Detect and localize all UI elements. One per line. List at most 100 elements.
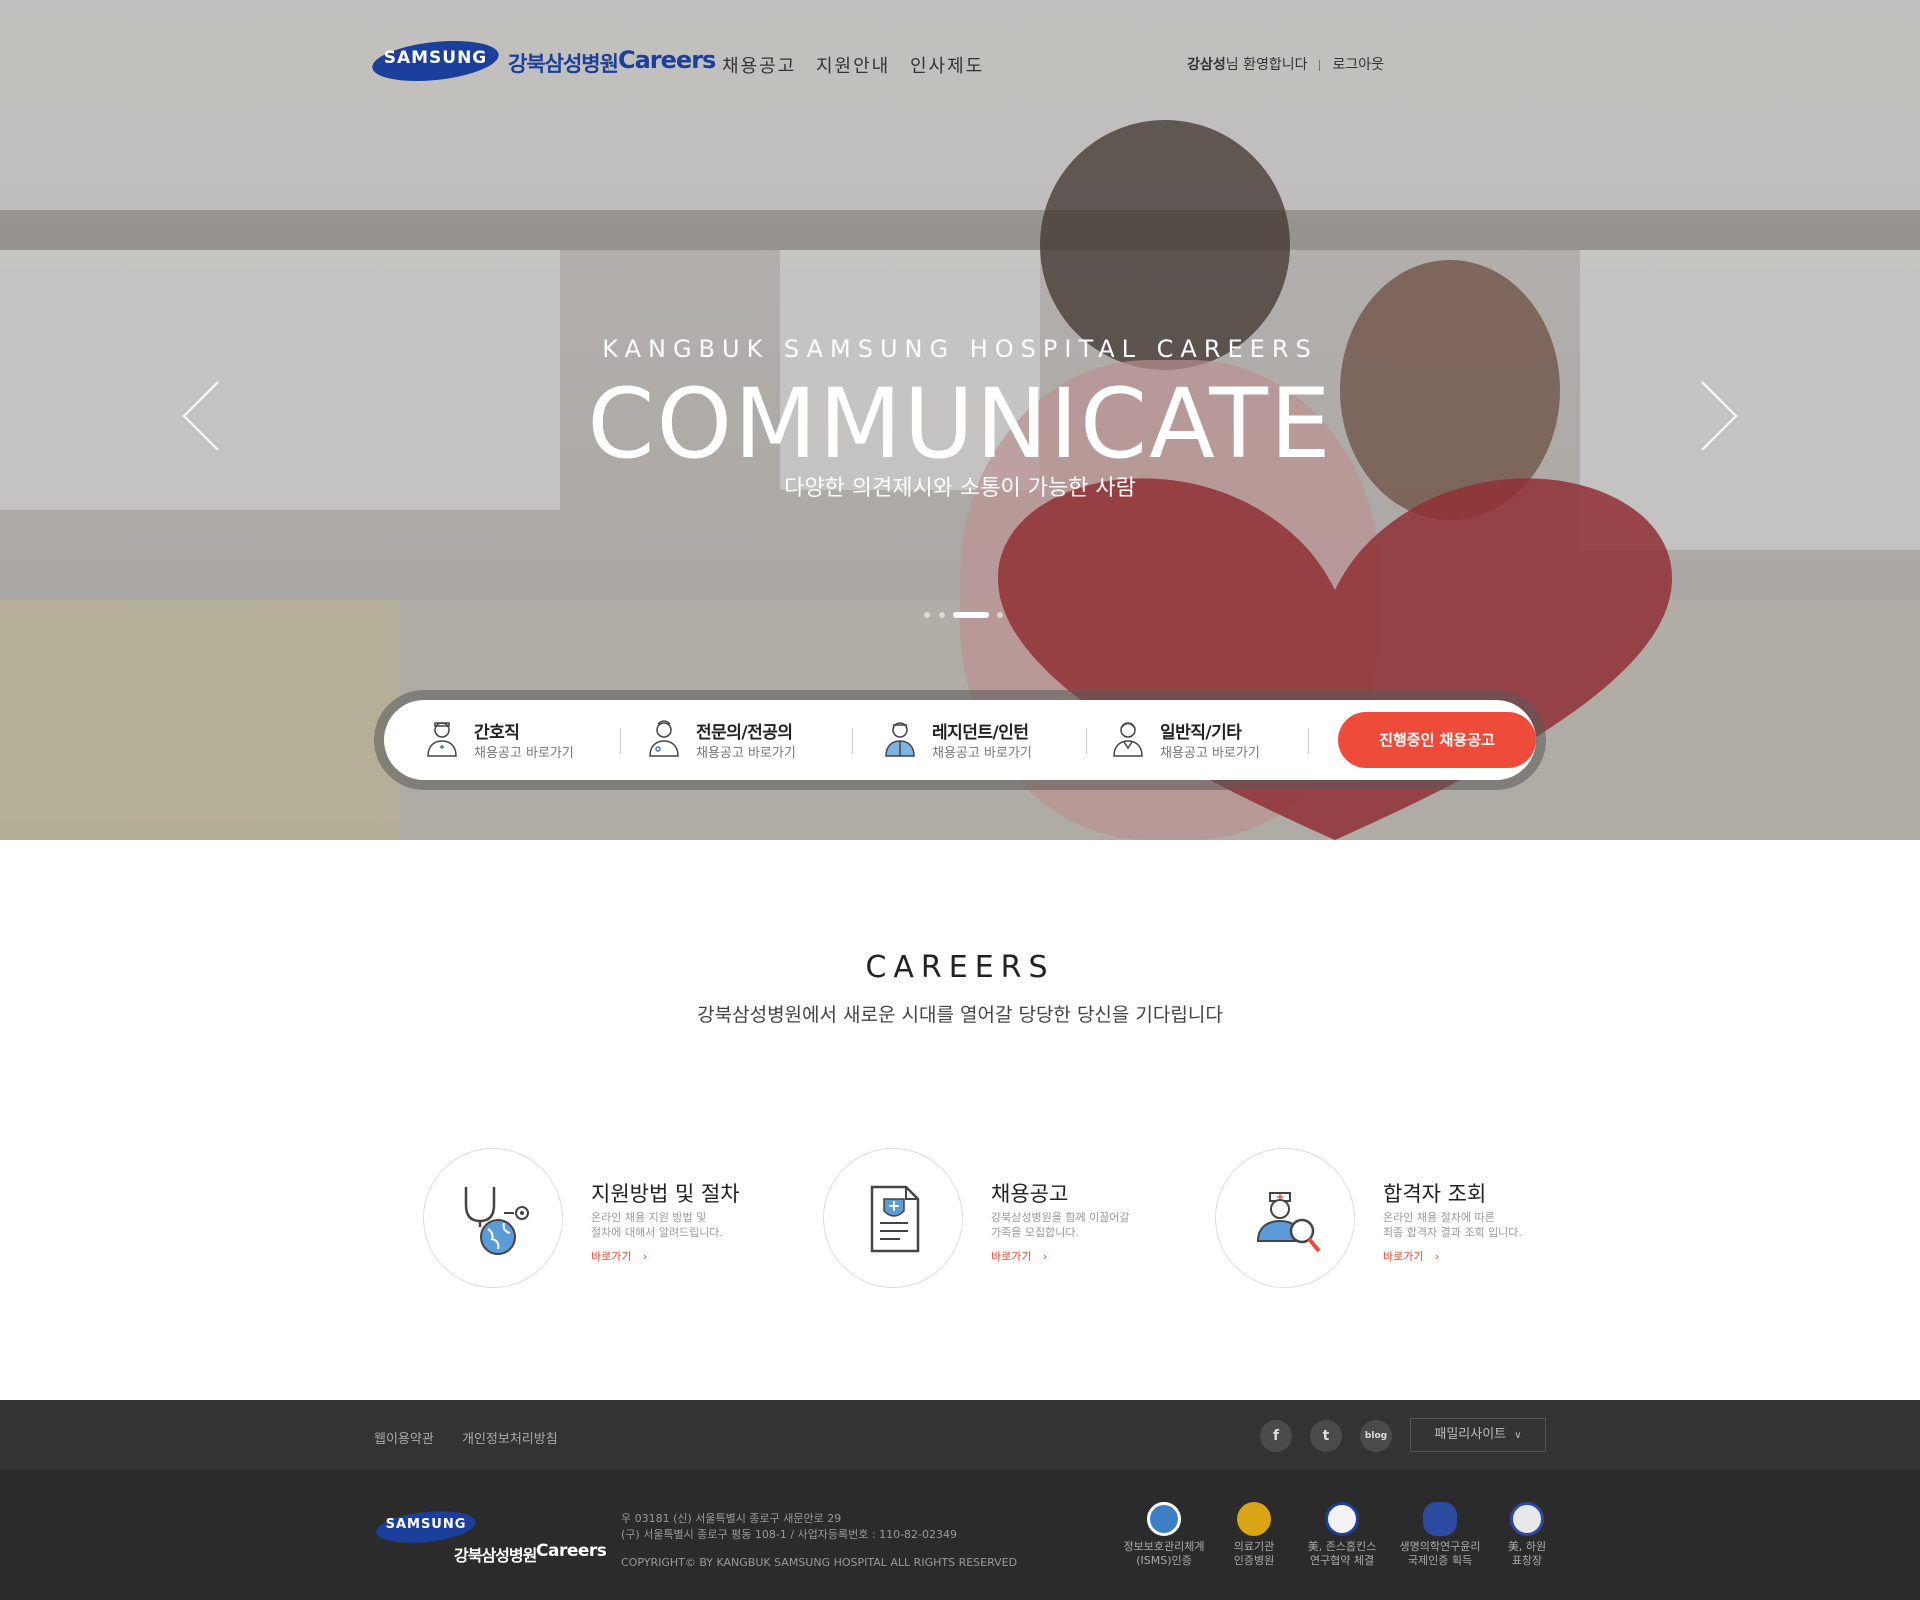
- footer-logo-text: SAMSUNG: [385, 1517, 467, 1532]
- quick-link-title: 레지던트/인턴: [932, 723, 1029, 743]
- quick-link-specialist[interactable]: 전문의/전공의 채용공고 바로가기: [646, 712, 836, 768]
- card-title: 합격자 조회: [1383, 1182, 1487, 1206]
- next-slide-arrow[interactable]: [1700, 380, 1760, 451]
- quick-divider: [1086, 728, 1087, 754]
- site-header: SAMSUNG 강북삼성병원 Careers 채용공고 지원안내 인사제도 강삼…: [0, 0, 1920, 130]
- staff-icon: [1113, 722, 1143, 757]
- card-desc-line: 절차에 대해서 알려드립니다.: [591, 1226, 723, 1239]
- quick-link-general[interactable]: 일반직/기타 채용공고 바로가기: [1110, 712, 1300, 768]
- card-desc-line: 온라인 채용 절차에 따른: [1383, 1211, 1495, 1224]
- quick-link-sub: 채용공고 바로가기: [932, 746, 1032, 761]
- cert-line: 인증병원: [1233, 1554, 1275, 1567]
- hero-banner: SAMSUNG 강북삼성병원 Careers 채용공고 지원안내 인사제도 강삼…: [0, 0, 1920, 840]
- cert-line: (ISMS)인증: [1136, 1554, 1192, 1567]
- bioethics-badge-icon: [1423, 1502, 1457, 1536]
- privacy-link[interactable]: 개인정보처리방침: [462, 1428, 558, 1447]
- user-welcome: 강삼성님 환영합니다 로그아웃: [1187, 54, 1384, 74]
- quick-divider: [852, 728, 853, 754]
- footer-info: SAMSUNG 강북삼성병원 Careers 우 03181 (신) 서울특별시…: [0, 1470, 1920, 1600]
- welcome-divider: [1319, 59, 1321, 71]
- card-desc-line: 가족을 모집합니다.: [991, 1226, 1079, 1239]
- slide-dot-3[interactable]: [953, 612, 989, 618]
- card-result-check[interactable]: 합격자 조회 온라인 채용 절차에 따른 최종 합격자 결과 조회 입니다. 바…: [1215, 1148, 1575, 1290]
- chevron-down-icon: ∨: [1514, 1430, 1522, 1441]
- stethoscope-globe-icon: [464, 1187, 529, 1255]
- prev-slide-arrow[interactable]: [180, 380, 240, 451]
- address-line-1: 우 03181 (신) 서울특별시 종로구 새문안로 29: [621, 1512, 842, 1525]
- nav-item-hr-system[interactable]: 인사제도: [910, 52, 984, 78]
- cert-label: 정보보호관리체계 (ISMS)인증: [1119, 1540, 1209, 1568]
- quick-links-bar: 간호직 채용공고 바로가기 전문의/전공의 채용공고 바로가기 레지던트/인턴: [374, 690, 1546, 790]
- cert-line: 의료기관: [1233, 1540, 1275, 1553]
- cert-house-award: 美, 하원 표창장: [1482, 1502, 1572, 1568]
- quick-link-resident[interactable]: 레지던트/인턴 채용공고 바로가기: [882, 712, 1072, 768]
- card-desc-line: 강북삼성병원을 함께 이끌어갈: [991, 1211, 1130, 1224]
- cert-line: 美, 존스홉킨스: [1307, 1540, 1377, 1553]
- slide-dot-1[interactable]: [924, 612, 930, 618]
- open-jobs-button[interactable]: 진행중인 채용공고: [1338, 712, 1536, 768]
- user-name: 강삼성: [1187, 57, 1226, 73]
- terms-link[interactable]: 웹이용약관: [374, 1428, 434, 1447]
- doctor-icon: [649, 720, 679, 757]
- hero-description: 다양한 의견제시와 소통이 가능한 사람: [784, 476, 1136, 501]
- card-apply-process[interactable]: 지원방법 및 절차 온라인 채용 지원 방법 및 절차에 대해서 알려드립니다.…: [423, 1148, 783, 1290]
- cert-isms: 정보보호관리체계 (ISMS)인증: [1119, 1502, 1209, 1568]
- nav-item-guide[interactable]: 지원안내: [816, 52, 890, 78]
- quick-link-nursing[interactable]: 간호직 채용공고 바로가기: [424, 712, 604, 768]
- card-link[interactable]: 바로가기 ›: [991, 1248, 1047, 1264]
- cert-label: 생명의학연구윤리 국제인증 획득: [1395, 1540, 1485, 1568]
- footer-brand-kr: 강북삼성병원: [454, 1546, 537, 1565]
- card-icon-circle: [1215, 1148, 1355, 1288]
- johns-hopkins-badge-icon: [1325, 1502, 1359, 1536]
- card-link-label: 바로가기: [1383, 1250, 1424, 1263]
- card-description: 온라인 채용 절차에 따른 최종 합격자 결과 조회 입니다.: [1383, 1210, 1583, 1240]
- card-title: 지원방법 및 절차: [591, 1182, 740, 1206]
- card-link[interactable]: 바로가기 ›: [591, 1248, 647, 1264]
- blog-icon[interactable]: blog: [1360, 1420, 1392, 1452]
- footer-brand-en: Careers: [536, 1541, 607, 1561]
- card-icon-circle: [823, 1148, 963, 1288]
- welcome-text: 님 환영합니다: [1225, 57, 1308, 73]
- nav-item-jobs[interactable]: 채용공고: [722, 52, 796, 78]
- copyright: COPYRIGHT© BY KANGBUK SAMSUNG HOSPITAL A…: [621, 1556, 1018, 1569]
- card-description: 강북삼성병원을 함께 이끌어갈 가족을 모집합니다.: [991, 1210, 1191, 1240]
- brand-divider: [608, 56, 609, 70]
- cert-label: 美, 존스홉킨스 연구협약 체결: [1297, 1540, 1387, 1568]
- medical-document-icon: [870, 1185, 920, 1253]
- chevron-right-icon: ›: [1042, 1250, 1048, 1263]
- quick-link-title: 일반직/기타: [1160, 723, 1242, 743]
- cert-line: 국제인증 획득: [1407, 1554, 1473, 1567]
- nurse-icon: [427, 722, 457, 757]
- cert-line: 표창장: [1511, 1554, 1543, 1567]
- cert-label: 의료기관 인증병원: [1209, 1540, 1299, 1568]
- card-desc-line: 최종 합격자 결과 조회 입니다.: [1383, 1226, 1522, 1239]
- careers-title: CAREERS: [865, 950, 1055, 985]
- samsung-logo-text: SAMSUNG: [383, 48, 488, 68]
- chevron-right-icon: ›: [1434, 1250, 1440, 1263]
- footer-links-bar: 웹이용약관 개인정보처리방침 f t blog 패밀리사이트 ∨: [0, 1400, 1920, 1470]
- doctor-search-icon: [1256, 1192, 1321, 1253]
- chevron-right-icon: ›: [642, 1250, 648, 1263]
- cert-line: 美, 하원: [1507, 1540, 1547, 1553]
- cert-bioethics: 생명의학연구윤리 국제인증 획득: [1395, 1502, 1485, 1568]
- logout-link[interactable]: 로그아웃: [1332, 57, 1384, 73]
- card-job-posting[interactable]: 채용공고 강북삼성병원을 함께 이끌어갈 가족을 모집합니다. 바로가기 ›: [823, 1148, 1183, 1290]
- slide-dot-2[interactable]: [939, 612, 945, 618]
- facebook-icon[interactable]: f: [1260, 1420, 1292, 1452]
- address-line-2: (구) 서울특별시 종로구 평동 108-1 / 사업자등록번호 : 110-8…: [621, 1528, 958, 1541]
- slide-dot-4[interactable]: [997, 612, 1003, 618]
- chevron-left-icon: [182, 381, 219, 451]
- quick-divider: [620, 728, 621, 754]
- brand-name-en[interactable]: Careers: [618, 46, 716, 74]
- twitter-icon[interactable]: t: [1310, 1420, 1342, 1452]
- house-seal-badge-icon: [1510, 1502, 1544, 1536]
- card-title: 채용공고: [991, 1182, 1069, 1206]
- cert-johns-hopkins: 美, 존스홉킨스 연구협약 체결: [1297, 1502, 1387, 1568]
- family-site-select[interactable]: 패밀리사이트 ∨: [1410, 1418, 1546, 1452]
- quick-link-sub: 채용공고 바로가기: [696, 746, 796, 761]
- card-link[interactable]: 바로가기 ›: [1383, 1248, 1439, 1264]
- resident-icon: [885, 722, 915, 757]
- cert-label: 美, 하원 표창장: [1482, 1540, 1572, 1568]
- brand-name-kr[interactable]: 강북삼성병원: [508, 48, 619, 78]
- quick-link-title: 전문의/전공의: [696, 723, 793, 743]
